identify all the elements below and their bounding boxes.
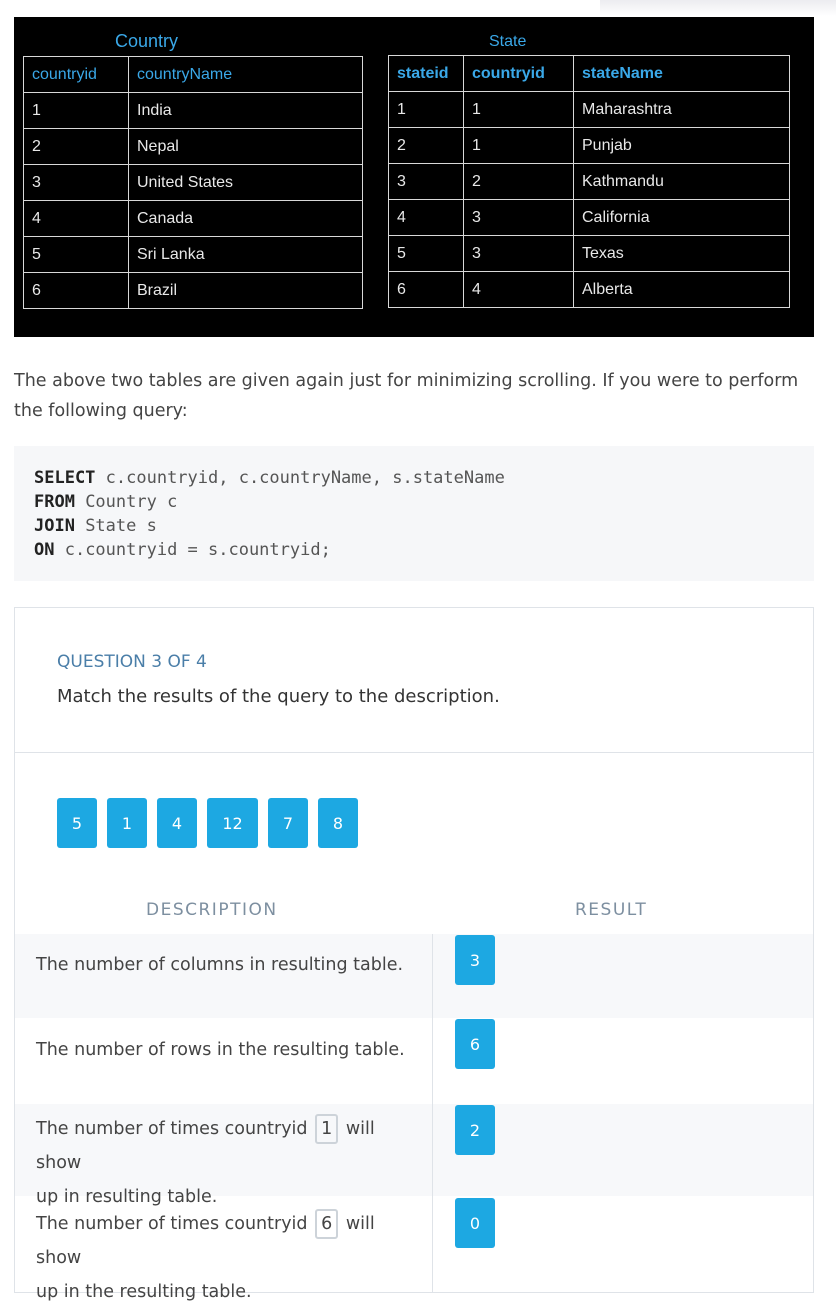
answer-chip[interactable]: 2 <box>455 1105 495 1155</box>
table-cell: Nepal <box>128 128 363 165</box>
answer-chip[interactable]: 6 <box>455 1019 495 1069</box>
tables-image: Country State countryid countryName 1 Ind… <box>14 17 814 337</box>
match-description: The number of columns in resulting table… <box>36 955 404 975</box>
table-row: 6 Brazil <box>23 272 363 309</box>
table-cell: 1 <box>388 91 464 128</box>
option-chip[interactable]: 4 <box>157 798 197 848</box>
table-row: 1 1 Maharashtra <box>388 91 790 128</box>
table-cell: 4 <box>463 271 574 308</box>
table-row: 1 India <box>23 92 363 129</box>
answer-chip[interactable]: 3 <box>455 935 495 985</box>
sql-text: c.countryid = s.countryid; <box>54 540 331 560</box>
table-cell: 6 <box>23 272 129 309</box>
header-countryid: countryid <box>23 56 129 93</box>
description-text: The number of times countryid <box>36 1214 308 1234</box>
sql-query: SELECT c.countryid, c.countryName, s.sta… <box>34 466 505 562</box>
table-cell: Maharashtra <box>573 91 790 128</box>
table-cell: Kathmandu <box>573 163 790 200</box>
description-header: DESCRIPTION <box>146 900 278 920</box>
table-row: 2 1 Punjab <box>388 127 790 164</box>
option-chip[interactable]: 8 <box>318 798 358 848</box>
header-countryname: countryName <box>128 56 363 93</box>
intro-text: The above two tables are given again jus… <box>14 371 799 421</box>
description-text: The number of times countryid <box>36 1119 308 1139</box>
table-cell: 2 <box>388 127 464 164</box>
countryid-value-box: 6 <box>315 1209 339 1239</box>
sql-keyword: SELECT <box>34 468 96 488</box>
countryid-value-box: 1 <box>315 1114 339 1144</box>
table-row: 4 Canada <box>23 200 363 237</box>
answer-chip[interactable]: 0 <box>455 1198 495 1248</box>
table-cell: India <box>128 92 363 129</box>
table-row: 5 3 Texas <box>388 235 790 272</box>
table-cell: 1 <box>463 127 574 164</box>
table-cell: 2 <box>23 128 129 165</box>
table-cell: 1 <box>463 91 574 128</box>
header-stateid: stateid <box>388 55 464 92</box>
table-cell: 2 <box>463 163 574 200</box>
top-shadow <box>600 0 836 16</box>
sql-keyword: JOIN <box>34 516 75 536</box>
table-cell: Texas <box>573 235 790 272</box>
table-cell: 4 <box>23 200 129 237</box>
table-cell: 1 <box>23 92 129 129</box>
table-cell: Sri Lanka <box>128 236 363 273</box>
sql-keyword: ON <box>34 540 55 560</box>
header-statename: stateName <box>573 55 790 92</box>
table-row: 5 Sri Lanka <box>23 236 363 273</box>
table-header-row: countryid countryName <box>23 56 363 93</box>
table-cell: 3 <box>23 164 129 201</box>
sql-keyword: FROM <box>34 492 75 512</box>
table-cell: United States <box>128 164 363 201</box>
result-header: RESULT <box>575 900 648 920</box>
table-row: 3 United States <box>23 164 363 201</box>
option-chip[interactable]: 1 <box>107 798 147 848</box>
state-table: stateid countryid stateName 1 1 Maharashtr… <box>388 55 790 308</box>
country-table: countryid countryName 1 India 2 Nepal 3 Uni… <box>23 56 363 309</box>
table-row: 3 2 Kathmandu <box>388 163 790 200</box>
table-cell: 3 <box>388 163 464 200</box>
sql-text: State s <box>74 516 157 536</box>
match-row: The number of rows in the resulting tabl… <box>15 1018 813 1104</box>
table-cell: 5 <box>388 235 464 272</box>
table-cell: Brazil <box>128 272 363 309</box>
state-table-title: State <box>489 33 527 50</box>
table-header-row: stateid countryid stateName <box>388 55 790 92</box>
question-number: QUESTION 3 OF 4 <box>57 652 207 672</box>
option-chip[interactable]: 5 <box>57 798 97 848</box>
question-card: QUESTION 3 OF 4 Match the results of the… <box>14 607 814 1302</box>
match-row: The number of times countryid 6 will sho… <box>15 1196 813 1302</box>
option-chip[interactable]: 12 <box>207 798 258 848</box>
table-row: 4 3 California <box>388 199 790 236</box>
table-cell: Canada <box>128 200 363 237</box>
table-cell: Punjab <box>573 127 790 164</box>
table-row: 6 4 Alberta <box>388 271 790 308</box>
table-cell: 3 <box>463 199 574 236</box>
match-row: The number of times countryid 1 will sho… <box>15 1104 813 1207</box>
header-countryid: countryid <box>463 55 574 92</box>
country-table-title: Country <box>115 31 179 51</box>
match-row: The number of columns in resulting table… <box>15 934 813 1018</box>
divider <box>15 752 813 753</box>
table-cell: Alberta <box>573 271 790 308</box>
table-cell: California <box>573 199 790 236</box>
column-divider <box>432 934 433 1292</box>
question-text: Match the results of the query to the de… <box>57 686 500 707</box>
match-description: The number of times countryid 6 will sho… <box>36 1207 416 1309</box>
match-description: The number of rows in the resulting tabl… <box>36 1040 405 1060</box>
description-text: up in the resulting table. <box>36 1282 252 1302</box>
table-cell: 6 <box>388 271 464 308</box>
table-row: 2 Nepal <box>23 128 363 165</box>
option-chip[interactable]: 7 <box>268 798 308 848</box>
sql-text: Country c <box>74 492 178 512</box>
table-cell: 5 <box>23 236 129 273</box>
table-cell: 4 <box>388 199 464 236</box>
sql-code-block: SELECT c.countryid, c.countryName, s.sta… <box>14 446 814 581</box>
table-cell: 3 <box>463 235 574 272</box>
sql-text: c.countryid, c.countryName, s.stateName <box>95 468 505 488</box>
